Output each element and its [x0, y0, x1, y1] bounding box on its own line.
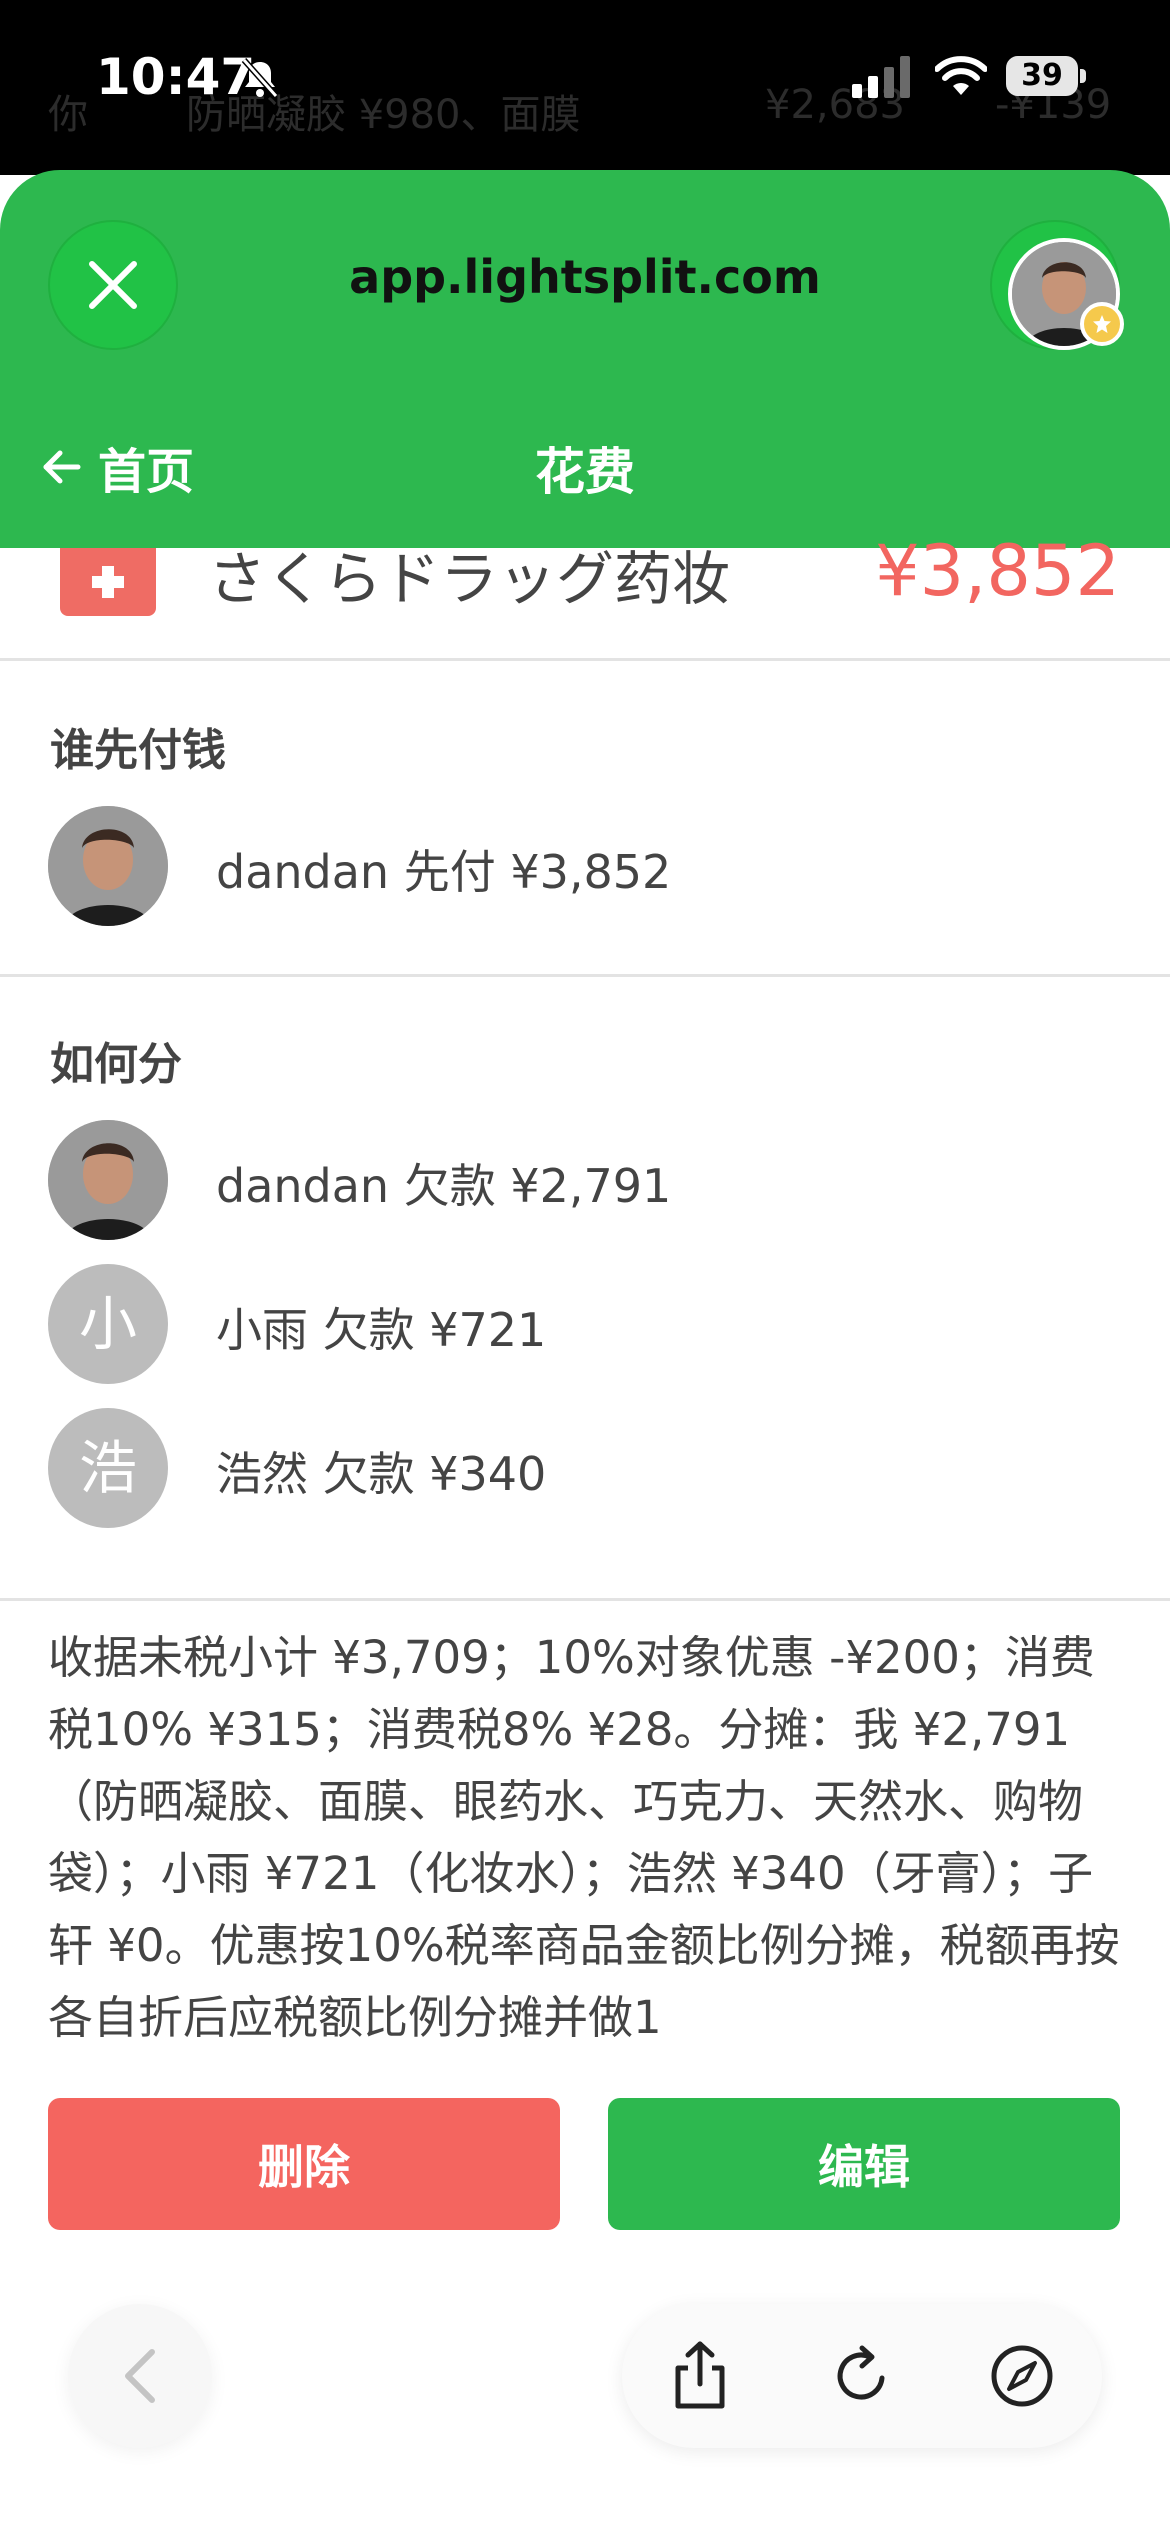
list-item: 小 小雨 欠款 ¥721 [48, 1264, 1148, 1384]
back-chevron-icon [125, 2349, 155, 2403]
list-item: dandan 欠款 ¥2,791 [48, 1120, 1148, 1240]
split-text: dandan 欠款 ¥2,791 [216, 1159, 672, 1213]
share-button[interactable] [664, 2340, 736, 2412]
page-title: 花费 [535, 443, 635, 501]
star-badge-icon [1080, 302, 1124, 346]
compass-button[interactable] [986, 2340, 1058, 2412]
signal-icon [852, 56, 910, 98]
nav-back-button[interactable] [68, 2304, 212, 2448]
reload-button[interactable] [826, 2340, 898, 2412]
avatar: 浩 [48, 1408, 168, 1528]
split-section-title: 如何分 [50, 1039, 182, 1090]
avatar [48, 1120, 168, 1240]
expense-name: さくらドラッグ药妆 [208, 545, 731, 613]
reload-icon [837, 2345, 885, 2400]
avatar-letter: 小 [48, 1264, 168, 1384]
status-bar: 你 防晒凝胶 ¥980、面膜 ¥2,683 -¥139 10:47 39 [0, 0, 1170, 175]
expense-summary: さくらドラッグ药妆 ¥3,852 [0, 530, 1170, 658]
split-text: 小雨 欠款 ¥721 [216, 1303, 547, 1357]
payer-row: dandan 先付 ¥3,852 [48, 806, 1148, 926]
edit-button[interactable]: 编辑 [608, 2098, 1120, 2230]
app-header: app.lightsplit.com 首页 花费 [0, 170, 1170, 548]
compass-icon [991, 2345, 1053, 2407]
payer-section-title: 谁先付钱 [50, 725, 226, 776]
expense-notes: 收据未税小计 ¥3,709；10%对象优惠 -¥200；消费税10% ¥315；… [48, 1631, 1120, 2044]
status-time: 10:47 [96, 48, 256, 106]
divider [0, 658, 1170, 661]
split-text: 浩然 欠款 ¥340 [216, 1447, 547, 1501]
wifi-icon [935, 56, 987, 95]
peek-text: 你 [48, 92, 88, 138]
expense-amount: ¥3,852 [875, 530, 1120, 612]
share-icon [675, 2341, 725, 2409]
avatar-letter: 浩 [48, 1408, 168, 1528]
battery-level: 39 [1021, 58, 1063, 93]
list-item: 浩 浩然 欠款 ¥340 [48, 1408, 1148, 1528]
avatar [48, 806, 168, 926]
bell-slash-icon [241, 58, 279, 98]
divider [0, 974, 1170, 977]
medical-cross-icon [60, 548, 156, 616]
browser-toolbar [622, 2304, 1102, 2448]
payer-text: dandan 先付 ¥3,852 [216, 845, 672, 899]
divider [0, 1598, 1170, 1601]
delete-button[interactable]: 删除 [48, 2098, 560, 2230]
avatar: 小 [48, 1264, 168, 1384]
battery-icon: 39 [1006, 56, 1086, 96]
